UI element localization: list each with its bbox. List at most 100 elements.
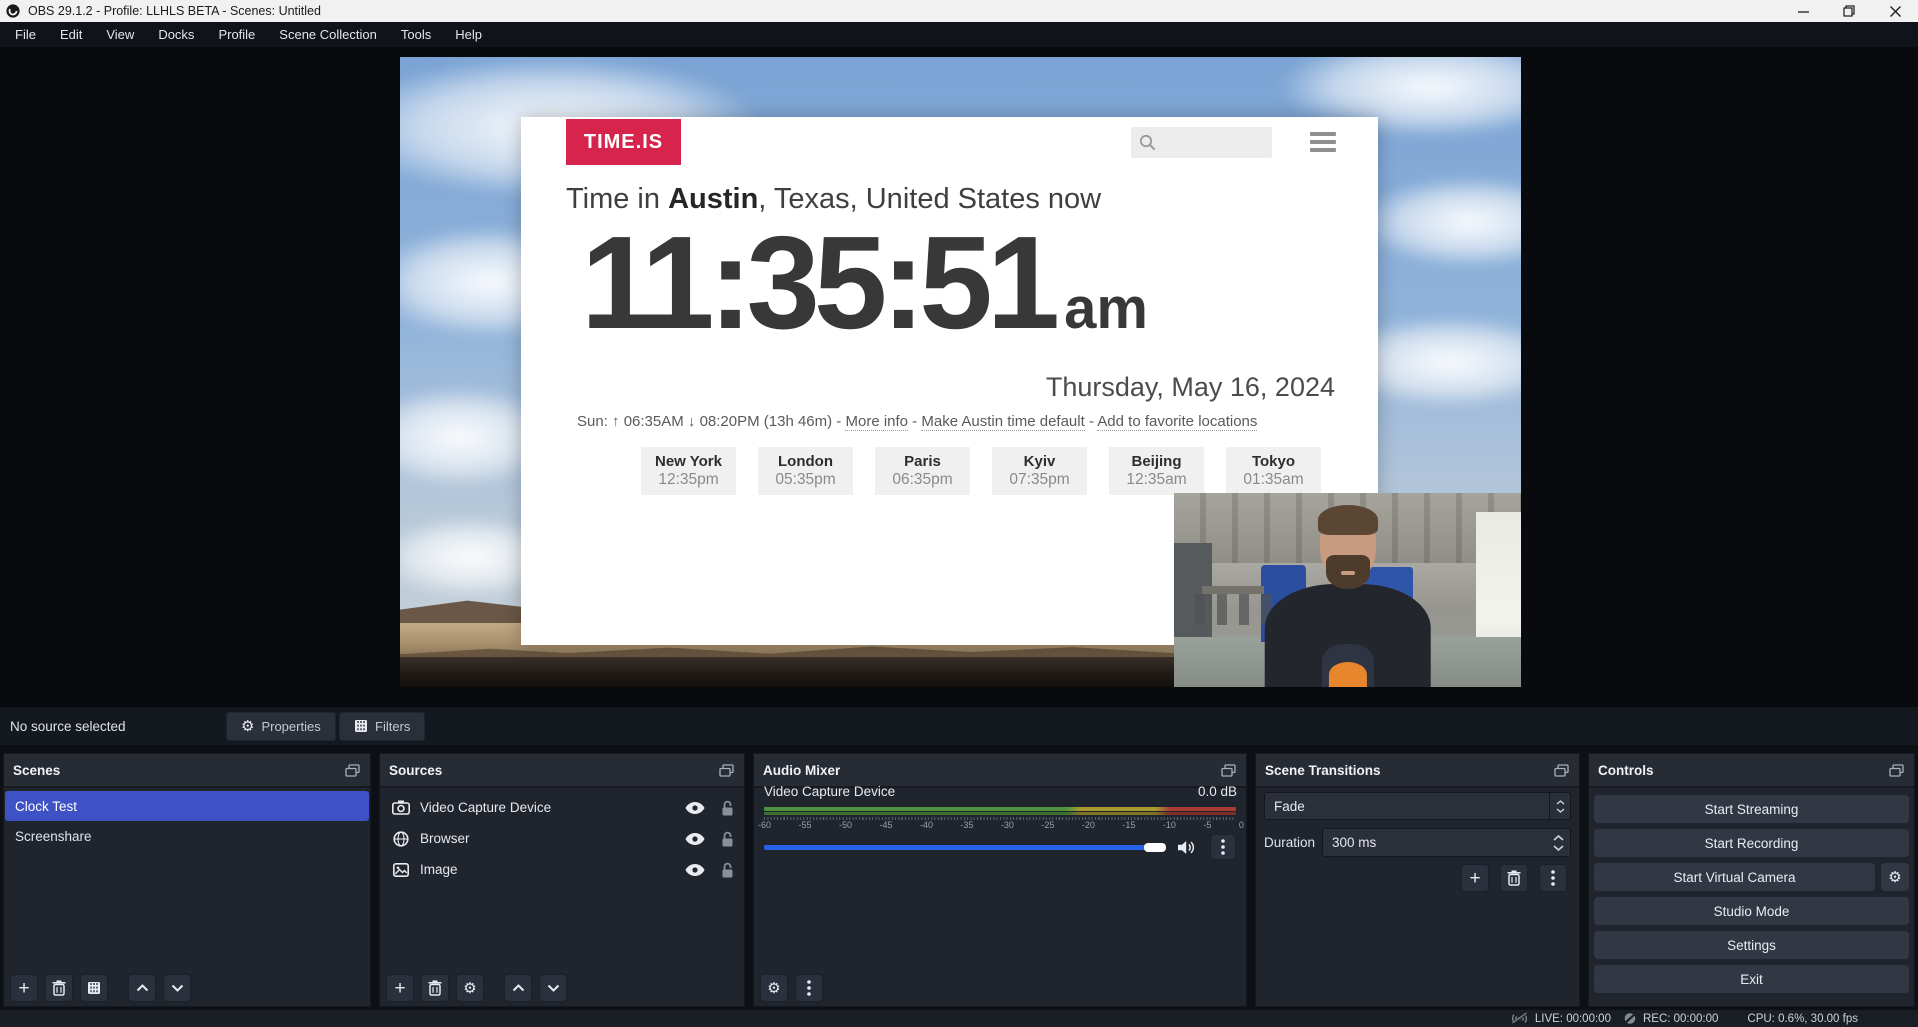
- duration-input[interactable]: 300 ms: [1322, 828, 1571, 857]
- city-beijing[interactable]: Beijing12:35am: [1109, 447, 1204, 495]
- add-transition-button[interactable]: +: [1461, 864, 1489, 892]
- scene-list: Clock Test Screenshare: [4, 788, 370, 851]
- scene-transitions-header[interactable]: Scene Transitions: [1256, 754, 1579, 788]
- scene-item-screenshare[interactable]: Screenshare: [5, 821, 369, 851]
- add-scene-button[interactable]: +: [10, 974, 38, 1002]
- timeis-logo[interactable]: TIME.IS: [566, 119, 681, 165]
- properties-button[interactable]: ⚙ Properties: [226, 712, 336, 741]
- obs-window: OBS 29.1.2 - Profile: LLHLS BETA - Scene…: [0, 0, 1918, 1027]
- combo-spinner[interactable]: [1549, 793, 1570, 819]
- current-time: 11:35:51am: [581, 217, 1148, 349]
- speaker-icon[interactable]: [1178, 840, 1197, 855]
- menu-view[interactable]: View: [94, 22, 146, 47]
- chevron-down-icon: [1553, 845, 1564, 851]
- source-row-browser[interactable]: Browser: [380, 823, 744, 854]
- close-button[interactable]: [1872, 0, 1918, 22]
- city-tokyo[interactable]: Tokyo01:35am: [1226, 447, 1321, 495]
- remove-scene-button[interactable]: [45, 974, 73, 1002]
- move-scene-down-button[interactable]: [163, 974, 191, 1002]
- city-kyiv[interactable]: Kyiv07:35pm: [992, 447, 1087, 495]
- minimize-button[interactable]: [1780, 0, 1826, 22]
- person-shirt-logo: [1328, 662, 1366, 687]
- popout-icon[interactable]: [343, 762, 361, 778]
- city-paris[interactable]: Paris06:35pm: [875, 447, 970, 495]
- settings-button[interactable]: Settings: [1593, 930, 1910, 960]
- add-source-button[interactable]: +: [386, 974, 414, 1002]
- chevron-up-icon: [1556, 800, 1565, 805]
- popout-icon[interactable]: [717, 762, 735, 778]
- lock-icon[interactable]: [721, 862, 734, 878]
- restore-button[interactable]: [1826, 0, 1872, 22]
- popout-icon[interactable]: [1219, 762, 1237, 778]
- remove-source-button[interactable]: [421, 974, 449, 1002]
- make-default-link[interactable]: Make Austin time default: [921, 413, 1084, 431]
- filter-icon: [354, 719, 368, 733]
- menu-help[interactable]: Help: [443, 22, 494, 47]
- chevron-down-icon: [547, 984, 560, 992]
- volume-slider[interactable]: [764, 845, 1162, 850]
- window-title: OBS 29.1.2 - Profile: LLHLS BETA - Scene…: [28, 4, 321, 18]
- sources-panel-header[interactable]: Sources: [380, 754, 744, 788]
- move-source-up-button[interactable]: [504, 974, 532, 1002]
- start-streaming-button[interactable]: Start Streaming: [1593, 794, 1910, 824]
- menu-profile[interactable]: Profile: [206, 22, 267, 47]
- scene-item-clock-test[interactable]: Clock Test: [5, 791, 369, 821]
- plus-icon: +: [1469, 869, 1480, 888]
- audio-mixer-header[interactable]: Audio Mixer: [754, 754, 1246, 788]
- popout-icon[interactable]: [1552, 762, 1570, 778]
- move-source-down-button[interactable]: [539, 974, 567, 1002]
- sources-title: Sources: [389, 763, 442, 778]
- transition-properties-button[interactable]: [1539, 864, 1567, 892]
- more-info-link[interactable]: More info: [845, 413, 908, 431]
- source-properties-button[interactable]: ⚙: [456, 974, 484, 1002]
- volume-meter: [764, 807, 1236, 815]
- plus-icon: +: [18, 979, 29, 998]
- source-row-image[interactable]: Image: [380, 854, 744, 885]
- menu-tools[interactable]: Tools: [389, 22, 443, 47]
- controls-header[interactable]: Controls: [1589, 754, 1914, 788]
- city-newyork[interactable]: New York12:35pm: [641, 447, 736, 495]
- trash-icon: [428, 980, 442, 996]
- filters-button[interactable]: Filters: [339, 712, 425, 741]
- transition-select[interactable]: Fade: [1264, 792, 1571, 820]
- lock-icon[interactable]: [721, 800, 734, 816]
- remove-transition-button[interactable]: [1500, 864, 1528, 892]
- move-scene-up-button[interactable]: [128, 974, 156, 1002]
- gear-icon: ⚙: [1888, 870, 1901, 885]
- popout-icon[interactable]: [1887, 762, 1905, 778]
- visibility-eye-icon[interactable]: [685, 863, 705, 877]
- menu-docks[interactable]: Docks: [146, 22, 206, 47]
- menu-scene-collection[interactable]: Scene Collection: [267, 22, 389, 47]
- dots-vertical-icon: [807, 980, 811, 996]
- visibility-eye-icon[interactable]: [685, 832, 705, 846]
- menu-file[interactable]: File: [3, 22, 48, 47]
- advanced-audio-button[interactable]: ⚙: [760, 974, 788, 1002]
- exit-button[interactable]: Exit: [1593, 964, 1910, 994]
- preview-area[interactable]: TIME.IS Time in Austin, Texas, United St…: [0, 47, 1918, 707]
- source-list: Video Capture Device Browser: [380, 788, 744, 885]
- channel-menu-button[interactable]: [1210, 834, 1236, 860]
- volume-slider-handle[interactable]: [1144, 843, 1166, 852]
- studio-mode-button[interactable]: Studio Mode: [1593, 896, 1910, 926]
- search-input[interactable]: [1131, 127, 1272, 158]
- mixer-menu-button[interactable]: [795, 974, 823, 1002]
- virtual-camera-settings-button[interactable]: ⚙: [1880, 862, 1910, 892]
- city-london[interactable]: London05:35pm: [758, 447, 853, 495]
- search-icon: [1139, 134, 1156, 151]
- source-toolbar: No source selected ⚙ Properties Filters: [0, 707, 1918, 745]
- cloud-shape: [1360, 177, 1521, 267]
- duration-spinner[interactable]: [1546, 835, 1570, 851]
- source-row-video-capture[interactable]: Video Capture Device: [380, 792, 744, 823]
- add-favorite-link[interactable]: Add to favorite locations: [1097, 413, 1257, 431]
- menu-edit[interactable]: Edit: [48, 22, 94, 47]
- lock-icon[interactable]: [721, 831, 734, 847]
- visibility-eye-icon[interactable]: [685, 801, 705, 815]
- webcam-overlay: [1174, 493, 1521, 687]
- scene-filters-button[interactable]: [80, 974, 108, 1002]
- start-recording-button[interactable]: Start Recording: [1593, 828, 1910, 858]
- scenes-panel-header[interactable]: Scenes: [4, 754, 370, 788]
- start-virtual-camera-button[interactable]: Start Virtual Camera: [1593, 862, 1876, 892]
- camera-icon: [392, 800, 410, 815]
- person-hair: [1318, 505, 1378, 535]
- hamburger-menu-icon[interactable]: [1310, 132, 1336, 152]
